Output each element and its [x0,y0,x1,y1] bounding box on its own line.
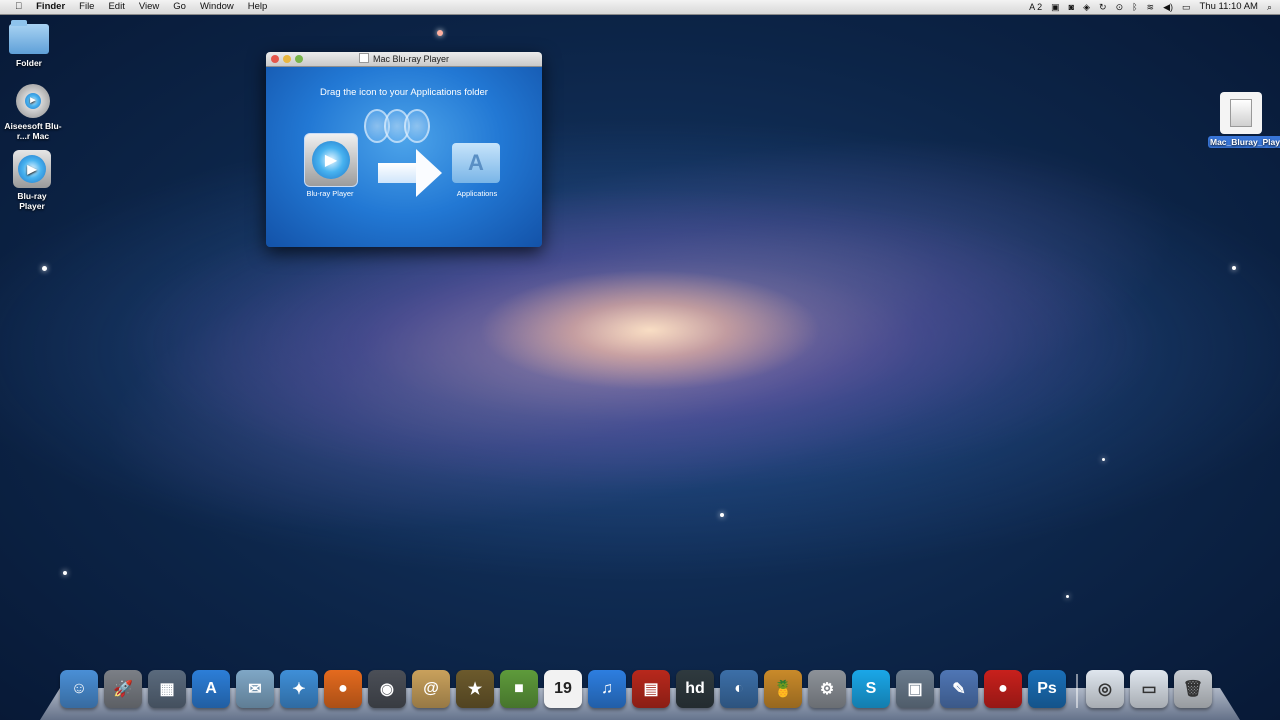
desktop-icon-label: Mac_Bluray_Player.dmg [1208,136,1280,148]
dock-iphoto-icon[interactable]: ▣ [896,670,934,708]
aiseesoft-app-icon: ▶ [16,84,50,118]
dock-drinks-icon[interactable]: 🍍 [764,670,802,708]
dock-finder-icon[interactable]: ☺ [60,670,98,708]
dock-downloads-stack-icon[interactable]: ▭ [1130,670,1168,708]
installer-body: Drag the icon to your Applications folde… [266,67,542,247]
dock-minecraft-icon[interactable]: ■ [500,670,538,708]
applications-folder-icon[interactable]: A [452,143,500,183]
bluray-player-draggable-icon[interactable]: ▶ [304,133,358,187]
dock-firefox-icon[interactable]: ● [324,670,362,708]
bluray-discs-graphic [364,109,430,143]
menu-go[interactable]: Go [166,0,193,14]
galaxy-wallpaper [67,59,1213,611]
menu-help[interactable]: Help [241,0,275,14]
dock: ☺ 🚀 ▦ A ✉ ✦ ● ◉ @ ★ ■ 19 ♫ ▤ hd ◐ 🍍 ⚙ S ▣ ✎ ● Ps ◎ ▭ 🗑 [60,664,1230,708]
bluetooth-icon[interactable]: ᛒ [1132,0,1137,14]
window-title: Mac Blu-ray Player [372,54,450,64]
play-icon: ▶ [312,141,350,179]
menu-edit[interactable]: Edit [101,0,131,14]
window-title-bar[interactable]: Mac Blu-ray Player [266,52,542,67]
volume-icon[interactable]: ◀) [1163,0,1173,14]
install-instruction: Drag the icon to your Applications folde… [320,87,488,98]
minimize-button[interactable] [283,55,291,63]
dock-safari-icon[interactable]: ✦ [280,670,318,708]
wifi-icon[interactable]: ≋ [1147,0,1155,14]
wallpaper-star [437,30,443,36]
dock-app-store-icon[interactable]: A [192,670,230,708]
dock-contacts-icon[interactable]: @ [412,670,450,708]
menu-clock[interactable]: Thu 11:10 AM [1200,0,1258,14]
dock-pen-tool-icon[interactable]: ✎ [940,670,978,708]
dmg-file-icon [1220,92,1262,134]
desktop-icon-label: Folder [16,58,42,68]
disk-icon [358,53,369,63]
shield-icon[interactable]: ◈ [1083,0,1090,14]
dock-mission-control-icon[interactable]: ▦ [148,670,186,708]
disc-icon: ▶ [25,93,41,109]
desktop-icon-label: Aiseesoft Blu-r...r Mac [4,121,62,141]
dock-photo-booth-icon[interactable]: ▤ [632,670,670,708]
wallpaper-star [42,266,47,271]
display-icon[interactable]: ▣ [1051,0,1060,14]
dock-calendar-icon[interactable]: 19 [544,670,582,708]
desktop-icon-label: Blu-ray Player [17,191,47,211]
dock-preview-icon[interactable]: ◐ [720,670,758,708]
app-icon-label: Blu-ray Player [306,189,354,198]
dock-photoshop-icon[interactable]: Ps [1028,670,1066,708]
play-icon: ▶ [18,155,46,183]
input-badge[interactable]: A 2 [1029,0,1042,14]
menu-view[interactable]: View [132,0,166,14]
dock-skype-icon[interactable]: S [852,670,890,708]
bluray-player-app-icon: ▶ [13,150,51,188]
sync-icon[interactable]: ↻ [1099,0,1107,14]
desktop-icon-folder[interactable]: Folder [0,20,64,68]
drag-arrow-head [416,149,442,197]
folder-icon [9,20,49,54]
dock-trash-icon[interactable]: 🗑 [1174,670,1212,708]
camera-icon[interactable]: ◙ [1069,0,1074,14]
desktop-icon-dmg[interactable]: Mac_Bluray_Player.dmg [1206,92,1280,148]
battery-icon[interactable]: ▭ [1182,0,1191,14]
dock-imovie-icon[interactable]: ★ [456,670,494,708]
zoom-button[interactable] [295,55,303,63]
apple-menu-icon[interactable]:  [8,0,29,14]
installer-window[interactable]: Mac Blu-ray Player Drag the icon to your… [266,52,542,247]
dock-mail-icon[interactable]: ✉ [236,670,274,708]
drag-arrow-icon [378,163,418,183]
wallpaper-star [1102,458,1105,461]
menu-finder[interactable]: Finder [29,0,72,14]
wallpaper-star [1066,595,1069,598]
dock-facetime-icon[interactable]: ◉ [368,670,406,708]
wallpaper-star [63,571,67,575]
menu-file[interactable]: File [72,0,101,14]
wallpaper-star [1232,266,1236,270]
dock-applications-stack-icon[interactable]: ◎ [1086,670,1124,708]
dock-separator [1076,674,1078,708]
menu-bar:  Finder File Edit View Go Window Help A… [0,0,1280,15]
spotlight-search-icon[interactable]: ⌕ [1267,0,1272,14]
dock-launchpad-icon[interactable]: 🚀 [104,670,142,708]
dock-itunes-icon[interactable]: ♫ [588,670,626,708]
desktop-icon-bluray-player[interactable]: ▶ Blu-ray Player [0,150,67,211]
dock-system-preferences-icon[interactable]: ⚙ [808,670,846,708]
close-button[interactable] [271,55,279,63]
wallpaper-star [720,513,724,517]
applications-label: Applications [456,189,498,198]
time-machine-icon[interactable]: ⊙ [1116,0,1124,14]
dock-hd-player-icon[interactable]: hd [676,670,714,708]
menu-window[interactable]: Window [193,0,241,14]
dock-red-ball-icon[interactable]: ● [984,670,1022,708]
desktop-icon-aiseesoft[interactable]: ▶ Aiseesoft Blu-r...r Mac [0,84,68,141]
